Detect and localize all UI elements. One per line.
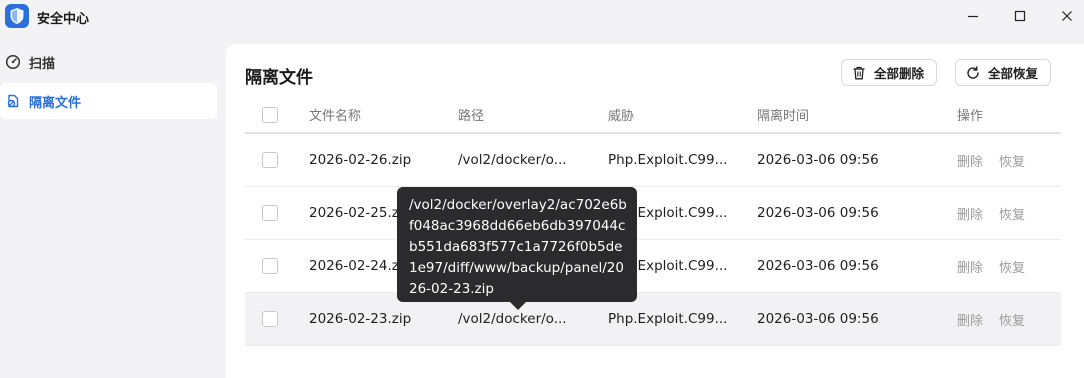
quarantine-time: 2026-03-06 09:56 [757, 311, 879, 327]
delete-link[interactable]: 删除 [957, 310, 983, 329]
file-name: 2026-02-23.zip [309, 311, 412, 327]
trash-icon [853, 66, 865, 79]
row-actions: 删除 恢复 [957, 134, 1041, 186]
row-checkbox[interactable] [262, 311, 278, 327]
column-header-time: 隔离时间 [757, 109, 810, 124]
file-path[interactable]: /vol2/docker/o... [458, 134, 567, 186]
close-button[interactable] [1052, 4, 1082, 28]
restore-link[interactable]: 恢复 [999, 204, 1025, 223]
table-row: 2026-02-24.z Php.Exploit.C99... 2026-03-… [245, 240, 1061, 293]
column-header-threat: 威胁 [608, 109, 635, 124]
threat-name: Php.Exploit.C99... [608, 152, 728, 168]
quarantine-time: 2026-03-06 09:56 [757, 205, 879, 221]
sidebar-item-label: 扫描 [29, 56, 56, 72]
delete-link[interactable]: 删除 [957, 204, 983, 223]
table-header: 文件名称 路径 威胁 隔离时间 操作 [245, 97, 1061, 134]
sidebar-item-label: 隔离文件 [29, 95, 82, 111]
maximize-button[interactable] [1005, 4, 1035, 28]
restore-link[interactable]: 恢复 [999, 310, 1025, 329]
restore-link[interactable]: 恢复 [999, 151, 1025, 170]
row-checkbox[interactable] [262, 258, 278, 274]
quarantine-time: 2026-03-06 09:56 [757, 152, 879, 168]
column-header-path: 路径 [458, 109, 485, 124]
table-row: 2026-02-26.zip /vol2/docker/o... Php.Exp… [245, 134, 1061, 187]
file-name: 2026-02-26.zip [309, 152, 412, 168]
page-title: 隔离文件 [245, 68, 313, 88]
select-all-checkbox[interactable] [262, 106, 278, 123]
app-title: 安全中心 [37, 12, 90, 27]
minimize-button[interactable] [958, 4, 988, 28]
refresh-icon [967, 65, 979, 79]
sidebar-item-quarantine[interactable]: 隔离文件 [0, 83, 217, 119]
restore-all-label: 全部恢复 [988, 66, 1039, 81]
column-header-name: 文件名称 [309, 109, 362, 124]
title-bar: 安全中心 [0, 0, 1084, 34]
table-row: 2026-02-25.z Php.Exploit.C99... 2026-03-… [245, 187, 1061, 240]
sidebar-item-scan[interactable]: 扫描 [0, 44, 217, 80]
row-actions: 删除 恢复 [957, 240, 1041, 292]
row-actions: 删除 恢复 [957, 187, 1041, 239]
shield-icon [5, 4, 29, 28]
delete-link[interactable]: 删除 [957, 151, 983, 170]
minimize-icon [968, 15, 978, 18]
sidebar: 扫描 隔离文件 [0, 44, 220, 122]
delete-all-button[interactable]: 全部删除 [841, 59, 938, 86]
delete-link[interactable]: 删除 [957, 257, 983, 276]
main-panel: 隔离文件 全部删除 全部恢复 文件名称 路径 威胁 隔离时间 操作 2026-0… [226, 44, 1084, 378]
row-actions: 删除 恢复 [957, 293, 1041, 345]
file-name: 2026-02-25.z [309, 205, 399, 221]
close-icon [1062, 11, 1072, 21]
scan-icon [5, 54, 21, 70]
restore-link[interactable]: 恢复 [999, 257, 1025, 276]
quarantine-table: 文件名称 路径 威胁 隔离时间 操作 2026-02-26.zip /vol2/… [245, 97, 1061, 346]
row-checkbox[interactable] [262, 152, 278, 168]
quarantine-time: 2026-03-06 09:56 [757, 258, 879, 274]
delete-all-label: 全部删除 [874, 66, 925, 81]
file-name: 2026-02-24.z [309, 258, 399, 274]
row-checkbox[interactable] [262, 205, 278, 221]
quarantine-icon [7, 94, 19, 108]
table-row: 2026-02-23.zip /vol2/docker/o... Php.Exp… [245, 293, 1061, 346]
maximize-icon [1014, 10, 1026, 22]
path-tooltip: /vol2/docker/overlay2/ac702e6bf048ac3968… [397, 187, 637, 302]
column-header-actions: 操作 [957, 109, 984, 124]
tooltip-arrow [510, 302, 526, 310]
restore-all-button[interactable]: 全部恢复 [955, 59, 1052, 86]
